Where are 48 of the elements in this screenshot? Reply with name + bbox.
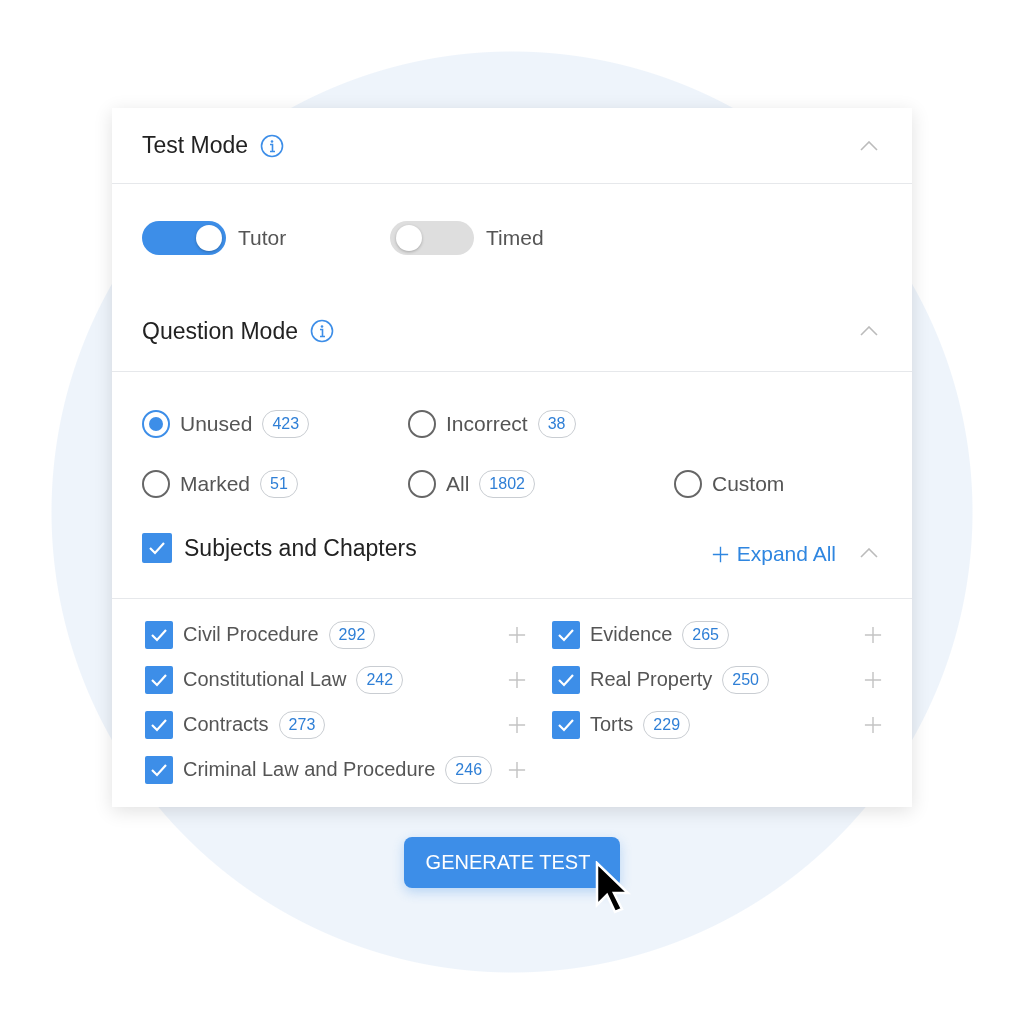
checkbox[interactable] — [145, 620, 173, 649]
subject-label: Evidence — [590, 623, 673, 646]
expand-all-button[interactable]: Expand All — [711, 542, 836, 566]
subject-label: Contracts — [183, 713, 269, 736]
radio-button[interactable] — [408, 470, 436, 498]
radio-label: Unused — [180, 412, 253, 436]
radio-button[interactable] — [142, 410, 170, 438]
radio-label: Custom — [712, 472, 785, 496]
subject-label: Criminal Law and Procedure — [183, 758, 436, 781]
info-icon[interactable] — [260, 133, 285, 158]
radio-label: Marked — [180, 472, 251, 496]
radio-button[interactable] — [674, 470, 702, 498]
checkbox[interactable] — [142, 533, 172, 563]
checkbox[interactable] — [145, 755, 173, 784]
chevron-icon[interactable] — [860, 548, 878, 558]
info-icon[interactable] — [310, 319, 334, 343]
checkmark-icon — [150, 762, 168, 777]
subject-label: Constitutional Law — [183, 668, 347, 691]
checkbox[interactable] — [145, 665, 173, 694]
checkbox[interactable] — [145, 710, 173, 739]
checkmark-icon — [150, 717, 168, 732]
checkmark-icon — [557, 672, 575, 687]
subject-label: Torts — [590, 713, 634, 736]
checkmark-icon — [148, 541, 166, 555]
toggle-label: Timed — [486, 226, 544, 250]
checkmark-icon — [557, 717, 575, 732]
radio-label: Incorrect — [446, 412, 528, 436]
checkmark-icon — [150, 672, 168, 687]
toggle-switch[interactable] — [390, 221, 474, 255]
plus-icon[interactable] — [711, 545, 729, 563]
subject-label: Real Property — [590, 668, 713, 691]
checkmark-icon — [150, 627, 168, 642]
generate-test-button[interactable]: GENERATE TEST — [403, 837, 621, 888]
chevron-icon[interactable] — [860, 140, 878, 151]
radio-button[interactable] — [408, 410, 436, 438]
section-title: Subjects and Chapters — [184, 534, 417, 562]
section-title: Question Mode — [142, 317, 298, 345]
chevron-icon[interactable] — [860, 326, 878, 336]
toggle-switch[interactable] — [142, 221, 226, 255]
toggle-label: Tutor — [238, 226, 287, 250]
checkbox[interactable] — [552, 665, 580, 694]
section-title: Test Mode — [142, 132, 249, 159]
checkbox[interactable] — [552, 710, 580, 739]
radio-button[interactable] — [142, 470, 170, 498]
radio-label: All — [446, 472, 470, 496]
subject-label: Civil Procedure — [183, 623, 319, 646]
checkbox[interactable] — [552, 620, 580, 649]
checkmark-icon — [557, 627, 575, 642]
